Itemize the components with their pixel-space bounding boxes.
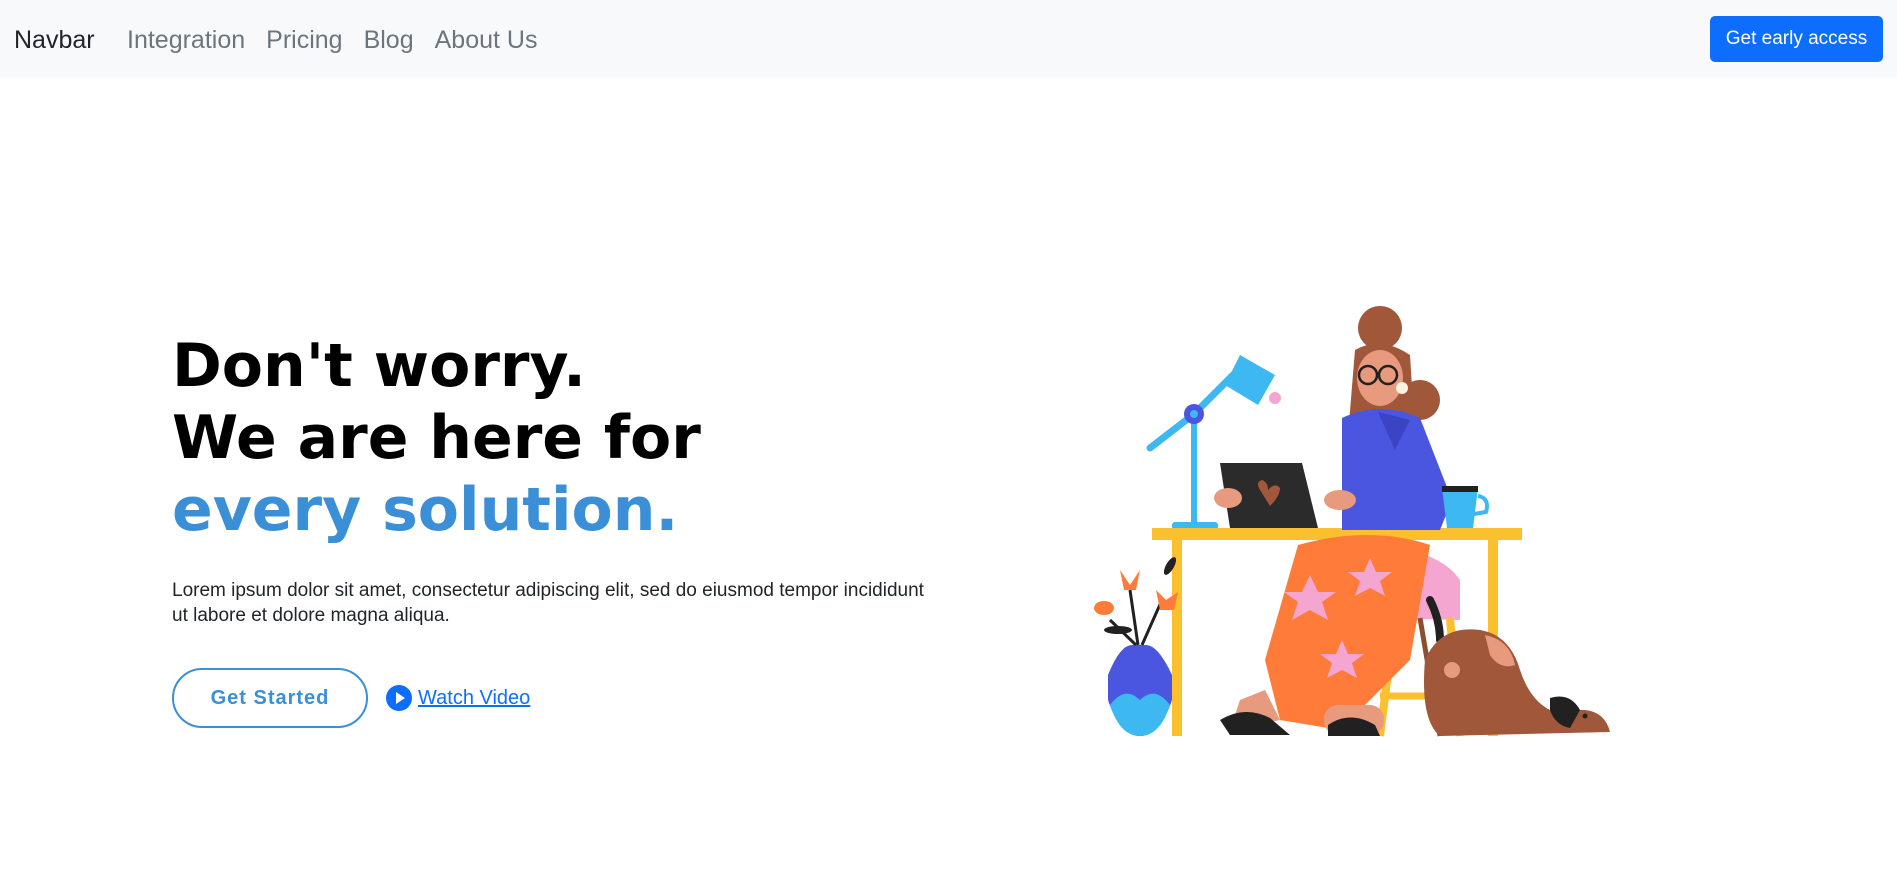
nav-link-integration[interactable]: Integration — [127, 22, 245, 58]
nav-links: Integration Pricing Blog About Us — [127, 22, 558, 58]
headline-accent: every solution. — [172, 475, 679, 545]
hero-lead-text: Lorem ipsum dolor sit amet, consectetur … — [172, 580, 924, 626]
get-started-button[interactable]: Get Started — [172, 668, 368, 728]
navbar-brand[interactable]: Navbar — [14, 22, 95, 58]
watch-video-label: Watch Video — [418, 686, 531, 709]
nav-link-pricing[interactable]: Pricing — [266, 22, 342, 58]
play-circle-icon — [386, 685, 412, 711]
laptop-icon — [1214, 463, 1356, 528]
hero-actions: Get Started Watch Video — [172, 668, 932, 728]
headline-line-2: We are here for — [172, 403, 701, 473]
coffee-mug-icon — [1442, 486, 1489, 528]
nav-link-blog[interactable]: Blog — [364, 22, 414, 58]
flower-vase-icon — [1094, 557, 1178, 736]
get-early-access-button[interactable]: Get early access — [1710, 16, 1883, 62]
nav-link-about-us[interactable]: About Us — [435, 22, 538, 58]
hero-illustration — [1094, 306, 1610, 737]
navbar: Navbar Integration Pricing Blog About Us… — [0, 0, 1897, 78]
watch-video-link[interactable]: Watch Video — [386, 685, 530, 711]
hero-headline: Don't worry. We are here for every solut… — [172, 330, 932, 546]
hero-section: Don't worry. We are here for every solut… — [172, 330, 932, 728]
headline-line-1: Don't worry. — [172, 331, 586, 401]
